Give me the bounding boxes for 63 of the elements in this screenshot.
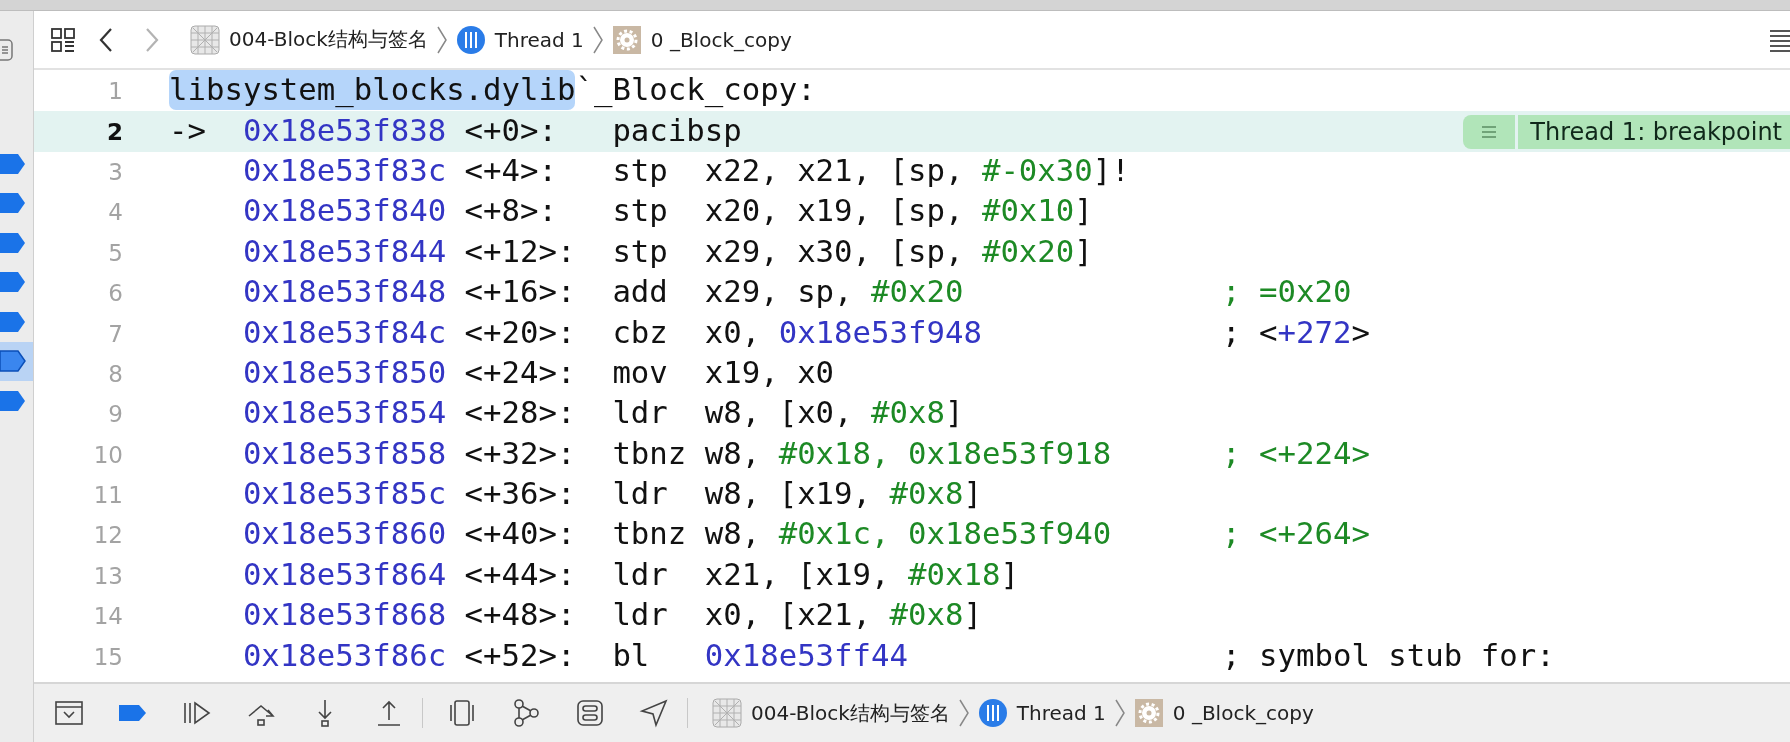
line-number: 15	[92, 643, 123, 670]
breadcrumb-item[interactable]: 004-Block结构与签名	[229, 26, 428, 53]
line-number: 5	[107, 239, 123, 266]
line-number: 1	[107, 78, 123, 105]
line-number: 4	[107, 199, 123, 226]
code-line: 0x18e53f860 <+40>: tbnz w8, #0x1c, 0x18e53f940 ; <+264>	[241, 515, 1370, 554]
code-line: 0x18e53f850 <+24>: mov x19, x0	[241, 353, 836, 392]
annotation-menu-button[interactable]	[1463, 114, 1516, 149]
breadcrumb-item[interactable]: 0 _Block_copy	[1172, 701, 1314, 725]
code-line: 0x18e53f868 <+48>: ldr x0, [x21, #0x8]	[241, 596, 983, 635]
project-icon	[712, 698, 742, 728]
hide-console-icon[interactable]	[54, 698, 84, 728]
gear-icon	[611, 24, 642, 55]
line-number: 9	[107, 401, 123, 428]
selected-breakpoint-icon[interactable]	[0, 350, 26, 373]
back-button[interactable]	[98, 26, 114, 53]
view-debugger-icon[interactable]	[447, 698, 477, 728]
chevron-separator-icon	[957, 698, 970, 728]
line-number: 7	[107, 320, 123, 347]
line-number: 8	[107, 360, 123, 387]
breadcrumb-item[interactable]: 0 _Block_copy	[650, 27, 792, 52]
code-line: 0x18e53f84c <+20>: cbz x0, 0x18e53f948 ; <+272>	[241, 313, 1370, 352]
code-line: 0x18e53f854 <+28>: ldr w8, [x0, #0x8]	[241, 394, 965, 433]
line-number: 2	[106, 118, 123, 145]
breadcrumb-item[interactable]: 004-Block结构与签名	[751, 699, 950, 727]
line-number: 3	[107, 158, 123, 185]
thread-icon	[977, 698, 1008, 728]
chevron-separator-icon	[435, 24, 448, 55]
related-items-icon[interactable]	[50, 26, 76, 53]
breakpoint-icon[interactable]	[0, 271, 26, 294]
thread-icon	[455, 24, 486, 55]
breakpoint-icon[interactable]	[0, 152, 26, 175]
code-line: 0x18e53f85c <+36>: ldr w8, [x19, #0x8]	[241, 475, 983, 514]
code-line: 0x18e53f86c <+52>: bl 0x18e53ff44 ; symbol stub for:	[241, 636, 1555, 675]
location-icon[interactable]	[639, 698, 669, 728]
breakpoint-icon[interactable]	[0, 310, 26, 333]
breakpoint-icon[interactable]	[0, 192, 26, 215]
line-number: 11	[92, 482, 123, 509]
list-icon[interactable]	[0, 38, 14, 62]
code-line: -> 0x18e53f838 <+0>: pacibsp	[168, 111, 742, 150]
breakpoint-icon[interactable]	[0, 389, 26, 412]
line-number: 13	[92, 562, 123, 589]
menu-icon	[1482, 125, 1497, 138]
line-number: 6	[107, 280, 123, 307]
line-number: 10	[92, 441, 123, 468]
code-line: 0x18e53f844 <+12>: stp x29, x30, [sp, #0x20]	[241, 232, 1094, 271]
breadcrumb-item[interactable]: Thread 1	[1016, 701, 1106, 725]
line-number: 12	[92, 522, 123, 549]
breakpoint-annotation: Thread 1: breakpoint	[1518, 114, 1790, 149]
project-icon	[190, 24, 220, 55]
gear-icon	[1133, 698, 1164, 728]
chevron-separator-icon	[1113, 698, 1126, 728]
code-line: 0x18e53f864 <+44>: ldr x21, [x19, #0x18]	[241, 555, 1020, 594]
code-line: 0x18e53f858 <+32>: tbnz w8, #0x18, 0x18e53f918 ; <+224>	[241, 434, 1370, 473]
code-line: 0x18e53f840 <+8>: stp x20, x19, [sp, #0x10]	[241, 192, 1094, 231]
chevron-separator-icon	[591, 24, 604, 55]
code-line: 0x18e53f83c <+4>: stp x22, x21, [sp, #-0x30]!	[241, 151, 1131, 190]
environment-icon[interactable]	[575, 698, 605, 728]
breakpoint-icon[interactable]	[0, 231, 26, 254]
memory-graph-icon[interactable]	[511, 698, 541, 728]
line-number: 14	[92, 603, 123, 630]
code-line: 0x18e53f848 <+16>: add x29, sp, #0x20 ; =0x20	[241, 273, 1352, 312]
breadcrumb-item[interactable]: Thread 1	[494, 27, 584, 52]
